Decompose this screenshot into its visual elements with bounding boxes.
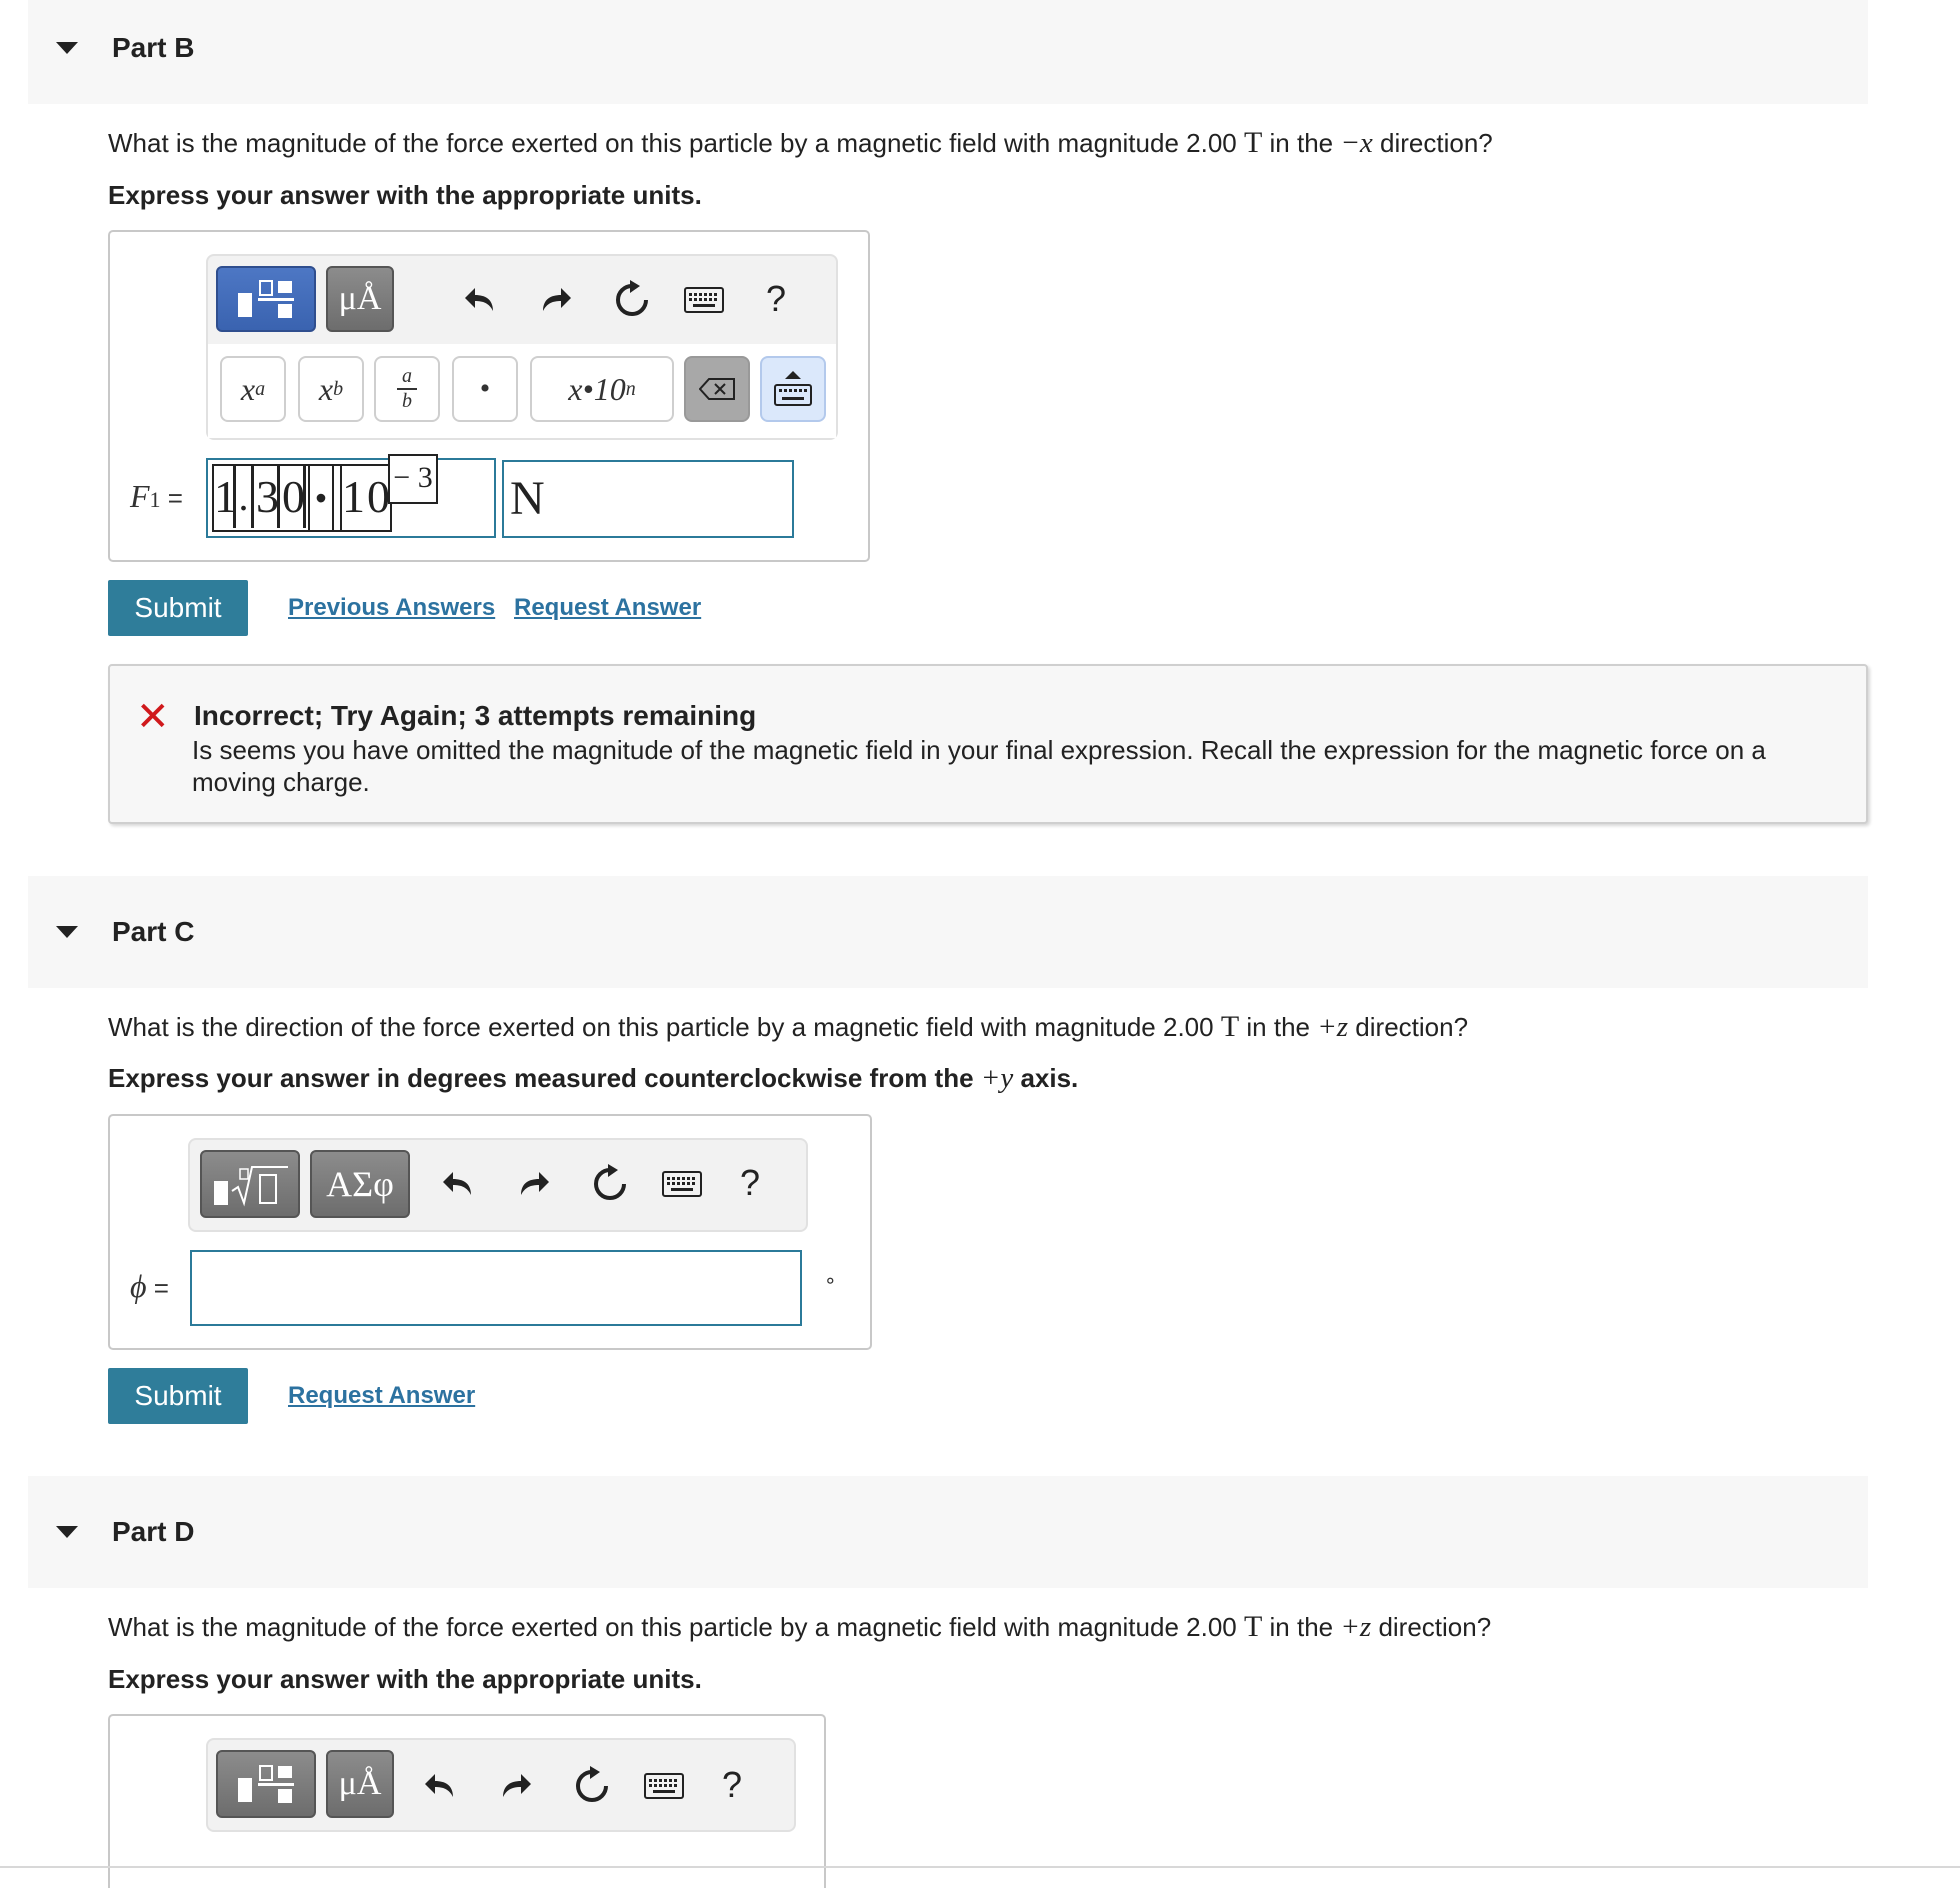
force-variable-label: F1 = xyxy=(130,478,183,514)
part-b-header[interactable]: Part B xyxy=(28,0,1868,104)
reset-icon[interactable] xyxy=(608,276,656,324)
degree-unit-label: ∘ xyxy=(824,1270,837,1292)
scientific-notation-key[interactable]: x•10 n xyxy=(530,356,674,422)
part-b-answer-box: μÅ ? xa xb a b • x•10 n F1 = 1 . 3 0 • 1… xyxy=(108,230,870,562)
subscript-key[interactable]: xb xyxy=(298,356,364,422)
fraction-template-icon xyxy=(238,280,294,318)
redo-icon[interactable] xyxy=(512,1162,556,1206)
part-b-toolbar: μÅ ? xa xb a b • x•10 n xyxy=(206,254,838,440)
part-d-toolbar: μÅ ? xyxy=(206,1738,796,1832)
part-c-instruction: Express your answer in degrees measured … xyxy=(108,1062,1079,1094)
collapse-caret-icon[interactable] xyxy=(56,926,78,938)
value-digit-2: 3 xyxy=(256,466,280,528)
fraction-key[interactable]: a b xyxy=(374,356,440,422)
collapse-caret-icon[interactable] xyxy=(56,1526,78,1538)
part-b-instruction: Express your answer with the appropriate… xyxy=(108,180,702,210)
part-d-title: Part D xyxy=(112,1516,195,1547)
part-c-submit-button[interactable]: Submit xyxy=(108,1368,248,1424)
phi-input[interactable] xyxy=(190,1250,802,1326)
value-digit-1: 1 xyxy=(214,466,237,528)
radical-template-icon xyxy=(214,1166,288,1207)
templates-button[interactable] xyxy=(216,1750,316,1818)
backspace-icon xyxy=(699,378,735,400)
keyboard-icon[interactable] xyxy=(642,1764,686,1808)
part-b-title: Part B xyxy=(112,32,195,63)
page-bottom-divider xyxy=(0,1866,1960,1868)
greek-symbols-button[interactable]: ΑΣφ xyxy=(310,1150,410,1218)
keyboard-icon[interactable] xyxy=(682,278,726,322)
fraction-numerator: a xyxy=(402,365,412,387)
undo-icon[interactable] xyxy=(436,1162,480,1206)
phi-variable-label: ϕ = xyxy=(130,1268,169,1304)
part-c-request-answer-link[interactable]: Request Answer xyxy=(288,1382,475,1410)
part-d-header[interactable]: Part D xyxy=(28,1476,1868,1588)
templates-button[interactable] xyxy=(216,266,316,332)
value-base: 10 xyxy=(342,471,392,522)
undo-icon[interactable] xyxy=(418,1764,462,1808)
value-times: • xyxy=(315,480,327,516)
value-digit-3: 0 xyxy=(282,466,306,528)
part-d-question: What is the magnitude of the force exert… xyxy=(108,1610,1492,1643)
part-b-question: What is the magnitude of the force exert… xyxy=(108,126,1493,159)
part-c-answer-box: ΑΣφ ? ϕ = ∘ xyxy=(108,1114,872,1350)
x-mark-icon: ✕ xyxy=(136,695,170,739)
part-b-feedback: ✕ Incorrect; Try Again; 3 attempts remai… xyxy=(108,664,1868,824)
feedback-body: Is seems you have omitted the magnitude … xyxy=(192,735,1766,797)
fraction-denominator: b xyxy=(402,390,412,412)
help-button[interactable]: ? xyxy=(730,1158,770,1208)
keyboard-icon[interactable] xyxy=(660,1162,704,1206)
part-c-question: What is the direction of the force exert… xyxy=(108,1010,1469,1043)
help-button[interactable]: ? xyxy=(756,274,796,324)
redo-icon[interactable] xyxy=(494,1764,538,1808)
force-value-input[interactable]: 1 . 3 0 • 10 − 3 xyxy=(206,454,496,538)
fraction-template-icon xyxy=(238,1765,294,1803)
keyboard-toggle-key[interactable] xyxy=(760,356,826,422)
backspace-key[interactable] xyxy=(684,356,750,422)
reset-icon[interactable] xyxy=(568,1762,616,1810)
undo-icon[interactable] xyxy=(458,278,502,322)
units-button[interactable]: μÅ xyxy=(326,1750,394,1818)
value-exponent: − 3 xyxy=(388,454,438,504)
part-c-header[interactable]: Part C xyxy=(28,876,1868,988)
previous-answers-link[interactable]: Previous Answers xyxy=(288,594,495,622)
part-b-request-answer-link[interactable]: Request Answer xyxy=(514,594,701,622)
part-b-key-row: xa xb a b • x•10 n xyxy=(208,344,836,438)
force-unit-input[interactable]: N xyxy=(502,460,794,538)
feedback-title: Incorrect; Try Again; 3 attempts remaini… xyxy=(194,700,757,731)
part-d-instruction: Express your answer with the appropriate… xyxy=(108,1664,702,1694)
part-b-submit-button[interactable]: Submit xyxy=(108,580,248,636)
part-c-title: Part C xyxy=(112,916,195,947)
keyboard-toggle-icon xyxy=(774,371,812,406)
superscript-key[interactable]: xa xyxy=(220,356,286,422)
part-c-toolbar: ΑΣφ ? xyxy=(188,1138,808,1232)
value-digit-decimal: . xyxy=(236,466,254,528)
dot-key[interactable]: • xyxy=(452,356,518,422)
collapse-caret-icon[interactable] xyxy=(56,42,78,54)
redo-icon[interactable] xyxy=(534,278,578,322)
radical-template-button[interactable] xyxy=(200,1150,300,1218)
help-button[interactable]: ? xyxy=(712,1760,752,1810)
units-button[interactable]: μÅ xyxy=(326,266,394,332)
part-d-answer-box: μÅ ? xyxy=(108,1714,826,1888)
reset-icon[interactable] xyxy=(586,1160,634,1208)
